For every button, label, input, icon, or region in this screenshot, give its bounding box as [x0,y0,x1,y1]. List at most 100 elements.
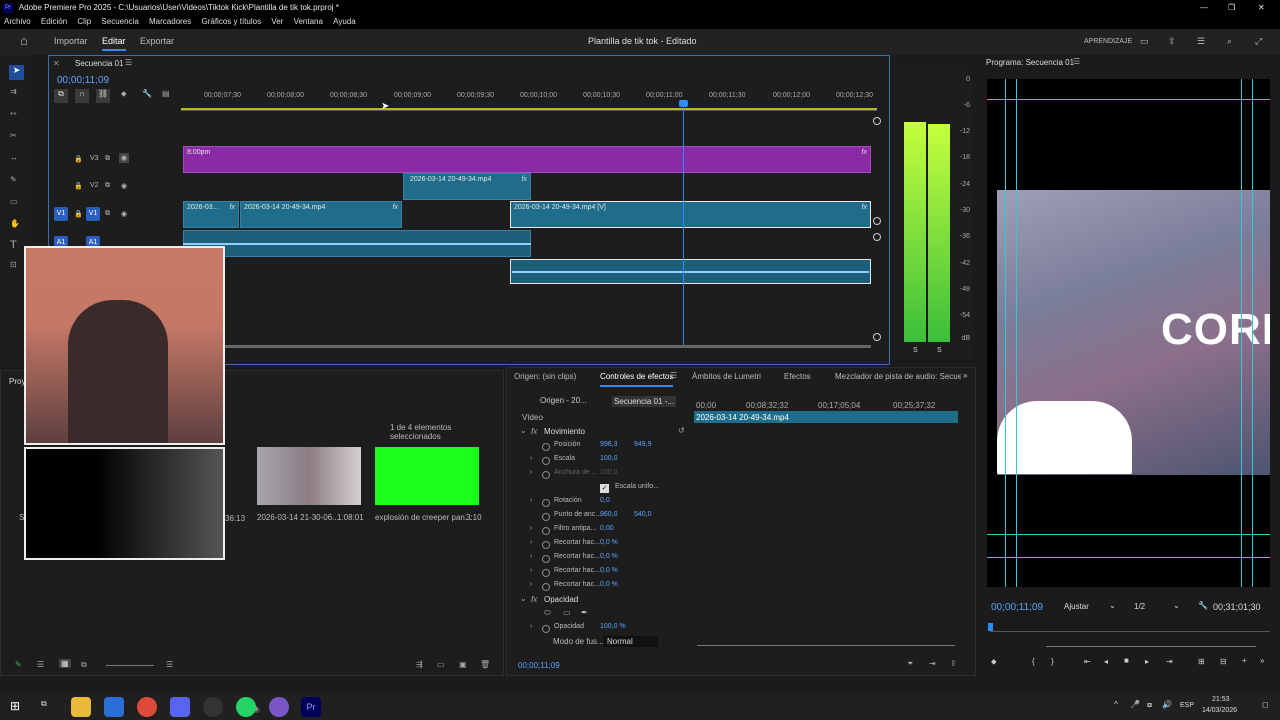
network-icon[interactable]: ⧇ [1147,700,1152,710]
menu-marcadores[interactable]: Marcadores [149,17,191,26]
more-icon[interactable]: » [1260,656,1264,665]
chrome-icon[interactable] [137,697,157,717]
ellipse-mask-icon[interactable]: ⬭ [544,608,551,618]
premiere-taskbar-icon[interactable]: Pr [301,697,321,717]
pen-mask-icon[interactable]: ✒ [581,608,588,617]
app-icon[interactable] [269,697,289,717]
menu-ver[interactable]: Ver [271,17,283,26]
new-item-icon[interactable]: ▣ [459,660,467,669]
ec-row-position[interactable]: Posición 996,3 949,9 [520,441,690,455]
add-button-icon[interactable]: + [1242,656,1247,665]
scroll-handle[interactable] [873,217,881,225]
whatsapp-icon[interactable] [236,697,256,717]
track-select-icon[interactable]: ⇉ [10,87,17,96]
tab-origen[interactable]: Origen: (sin clips) [514,372,576,381]
ripple-edit-icon[interactable]: ⇿ [10,109,17,118]
sequence-tab[interactable]: Secuencia 01 [75,59,123,68]
marker-icon[interactable]: ⬥ [991,657,997,667]
learn-button[interactable]: APRENDIZAJE [1084,38,1132,45]
icon-view-icon[interactable]: ▦ [59,659,71,668]
project-tab[interactable]: Proy [9,377,25,386]
selection-tool-icon[interactable]: ➤ [9,65,24,80]
scroll-handle[interactable] [873,233,881,241]
razor-icon[interactable]: ✂ [10,131,17,140]
filter-icon[interactable]: ⏷ [907,659,913,669]
obs-icon[interactable] [203,697,223,717]
menu-ayuda[interactable]: Ayuda [333,17,356,26]
program-timecode[interactable]: 00;00;11;09 [991,602,1043,613]
zoom-slider[interactable] [106,665,154,666]
maximize-button[interactable]: ❐ [1228,0,1235,15]
track-a1-button[interactable]: A1 [86,236,100,246]
chevron-down-icon[interactable]: ⌄ [520,594,527,603]
fullscreen-icon[interactable]: ⤢ [1255,36,1262,47]
ec-scrollbar[interactable] [697,645,955,646]
clip-v1-b[interactable]: 2026-03-14 20-49-34.mp4 fx [240,201,402,228]
linked-icon[interactable]: ⛓ [96,89,110,103]
ec-row-uniform-scale[interactable]: ✓ Escala unifo... [520,483,690,497]
eye-v3-icon[interactable]: ◉ [119,153,130,163]
zoom-scrollbar[interactable] [1046,646,1256,647]
type-icon[interactable]: T [10,239,17,251]
windows-start-icon[interactable]: ⊞ [10,699,20,713]
clip-v1-a[interactable]: 2026-03... fx [183,201,239,228]
reset-icon[interactable]: ↺ [678,426,685,435]
language-indicator[interactable]: ESP [1180,702,1194,709]
in-point-icon[interactable]: { [1032,657,1035,666]
track-v1-button[interactable]: V1 [86,207,100,221]
blend-mode-dropdown[interactable]: Normal [603,636,658,647]
clock-date[interactable]: 14/03/2026 [1202,707,1237,714]
file-explorer-icon[interactable] [71,697,91,717]
go-to-out-icon[interactable]: ⇥ [1166,657,1173,666]
hand-icon[interactable]: ✋ [10,219,20,228]
step-back-icon[interactable]: ◂ [1104,657,1108,666]
eye-v2-icon[interactable]: ◉ [121,182,127,190]
rectangle-icon[interactable]: ▭ [10,197,18,206]
tab-mezclador[interactable]: Mezclador de pista de audio: Secuencia [835,372,961,381]
program-scrubber[interactable] [990,624,1270,632]
playhead[interactable] [683,100,684,348]
sort-icon[interactable]: ☰ [166,660,173,669]
ec-row-antiflicker[interactable]: › Filtro antipa... 0,00 [520,525,690,539]
list-view-icon[interactable]: ☰ [37,660,44,669]
clock-time[interactable]: 21:53 [1212,696,1230,703]
panel-icon[interactable]: ▭ [1140,36,1149,47]
ec-row-rotation[interactable]: › Rotación 0,0 [520,497,690,511]
program-playhead[interactable] [988,623,993,631]
sequence-tab-menu-icon[interactable]: ☰ [125,58,132,67]
scroll-handle[interactable] [873,333,881,341]
out-point-icon[interactable]: } [1051,657,1054,666]
ec-row-scale[interactable]: › Escala 100,0 [520,455,690,469]
ec-timecode[interactable]: 00;00;11;09 [518,661,560,670]
solo-left[interactable]: S [913,347,918,354]
lock-v2-icon[interactable]: 🔒 [74,182,83,190]
minimize-button[interactable]: — [1200,0,1208,15]
snap-icon[interactable]: ∩ [75,89,89,103]
trash-icon[interactable]: 🗑 [480,660,490,669]
sync-v1-icon[interactable]: ⧉ [105,210,110,218]
ec-row-crop-right[interactable]: › Recortar hac... 0,0 % [520,567,690,581]
discord-icon[interactable] [170,697,190,717]
program-video[interactable]: CORRI [987,79,1270,587]
tab-menu-icon[interactable]: ☰ [670,371,677,380]
ec-row-anchor[interactable]: Punto de anc... 960,0 540,0 [520,511,690,525]
lock-v3-icon[interactable]: 🔒 [74,155,83,163]
motion-label[interactable]: Movimiento [544,427,585,436]
tab-efectos[interactable]: Efectos [784,372,811,381]
play-audio-icon[interactable]: ⇥ [929,659,936,668]
sync-v3-icon[interactable]: ⧉ [105,155,110,163]
tab-controles-efectos[interactable]: Controles de efectos [600,372,674,387]
marker-icon[interactable]: ⬥ [121,89,127,99]
overwrite-icon[interactable]: ⊟ [1220,657,1227,666]
folder-icon[interactable]: ▭ [437,660,445,669]
close-tab-icon[interactable]: ✕ [53,59,60,68]
notification-icon[interactable]: ◻ [1262,700,1269,709]
store-icon[interactable] [104,697,124,717]
menu-lines-icon[interactable]: ☰ [1197,36,1205,47]
ec-row-crop-top[interactable]: › Recortar hac... 0,0 % [520,553,690,567]
mic-icon[interactable]: 🎤 [1130,700,1140,709]
menu-edicion[interactable]: Edición [41,17,67,26]
chevron-down-icon[interactable]: ⌄ [1173,601,1180,610]
wrench-icon[interactable]: 🔧 [1198,601,1208,610]
wrench-icon[interactable]: 🔧 [142,89,152,98]
